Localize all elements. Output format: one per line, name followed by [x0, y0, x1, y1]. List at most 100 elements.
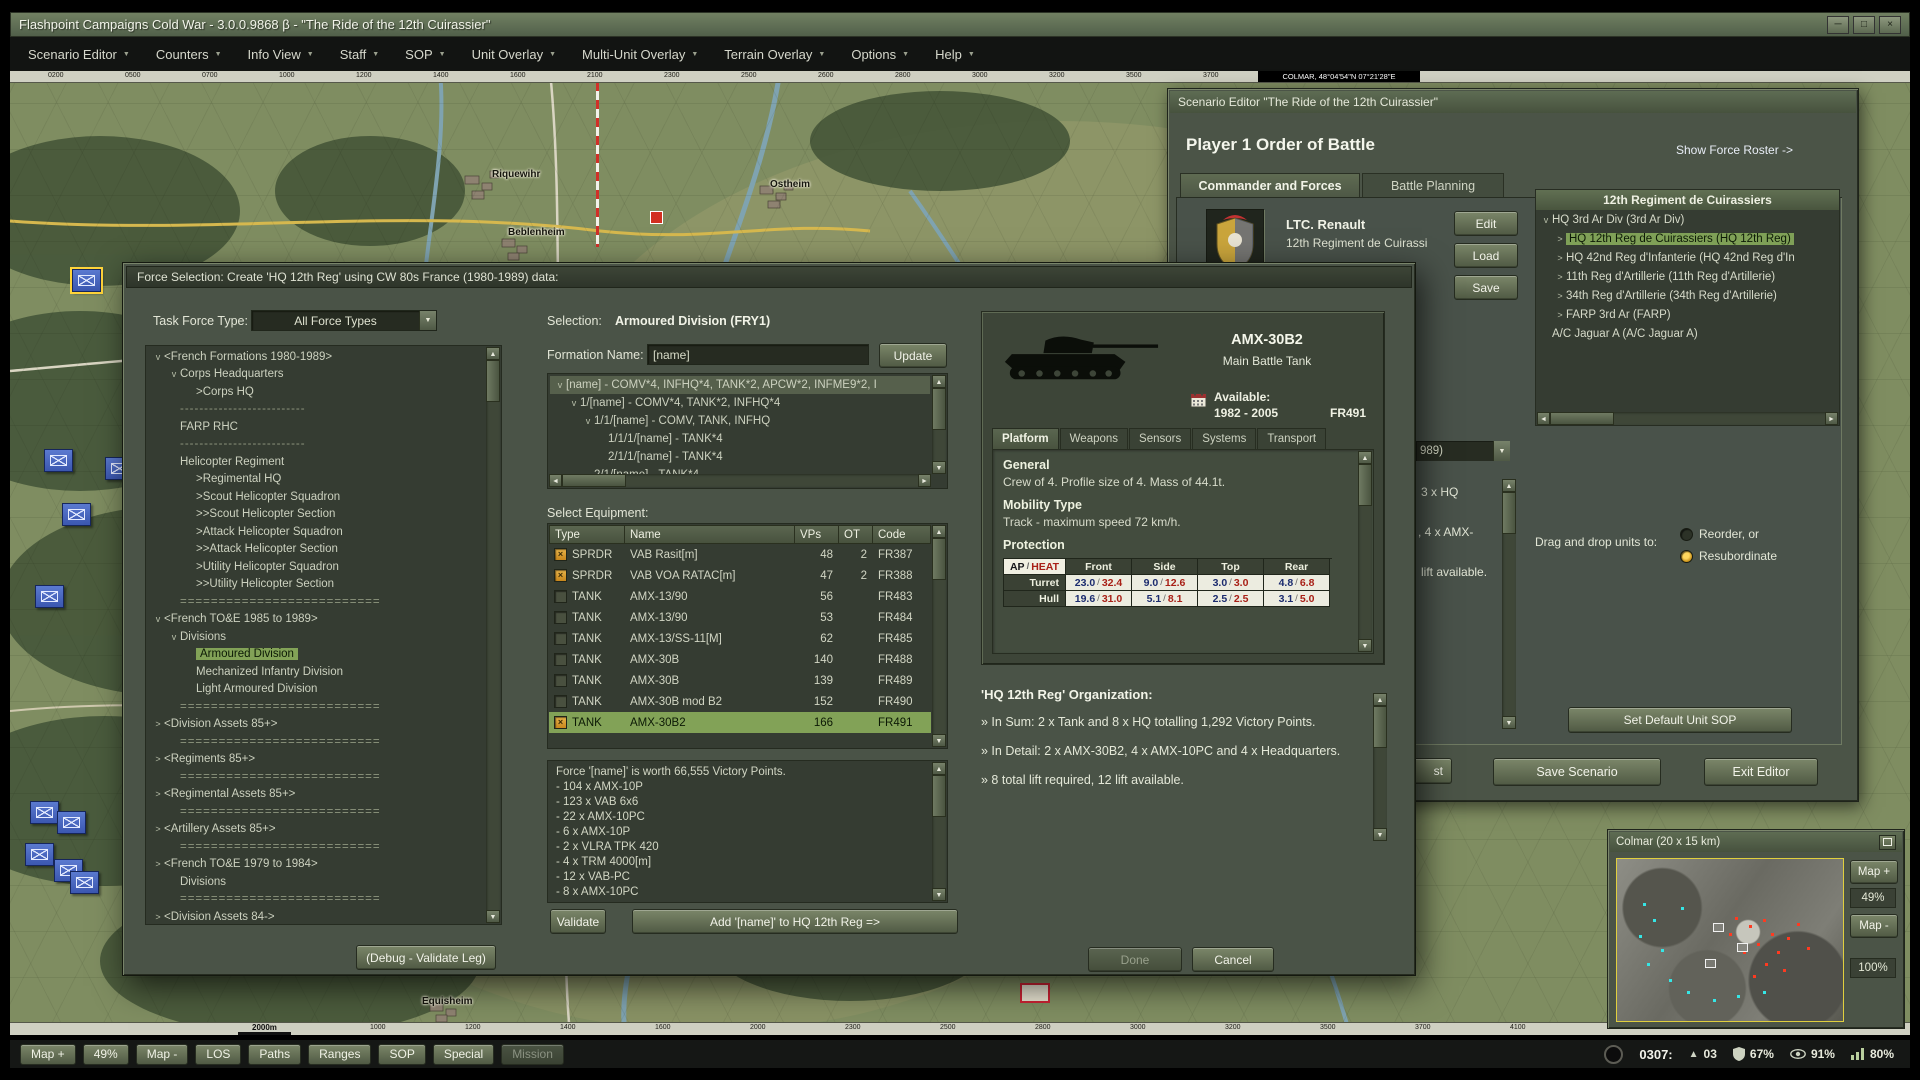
save-button[interactable]: Save — [1454, 275, 1518, 300]
menu-item-options[interactable]: Options▼ — [839, 40, 921, 69]
scroll-down-arrow[interactable]: ▼ — [1502, 716, 1516, 729]
equip-column-vps[interactable]: VPs — [795, 525, 839, 544]
scroll-up-arrow[interactable]: ▲ — [932, 375, 946, 388]
formation-tree-hscrollbar[interactable]: ◄► — [549, 474, 931, 487]
scroll-up-arrow[interactable]: ▲ — [486, 347, 500, 360]
template-tree-row[interactable]: -------------------------- — [148, 401, 484, 419]
radio-resubordinate[interactable]: Resubordinate — [1680, 549, 1777, 563]
scroll-thumb[interactable] — [932, 388, 946, 430]
tree-chevron-icon[interactable]: v — [554, 380, 566, 390]
equip-checkbox[interactable]: × — [554, 569, 567, 582]
save-scenario-button[interactable]: Save Scenario — [1493, 758, 1661, 786]
tree-chevron-icon[interactable]: v — [582, 416, 594, 426]
menu-item-multi-unit-overlay[interactable]: Multi-Unit Overlay▼ — [570, 40, 710, 69]
equipment-row[interactable]: ×SPRDRVAB VOA RATAC[m]472FR388 — [549, 565, 931, 586]
minimap-map-plus-button[interactable]: Map + — [1850, 860, 1898, 884]
equipment-row[interactable]: TANKAMX-30B140FR488 — [549, 649, 931, 670]
unit-counter[interactable] — [35, 585, 64, 608]
done-button[interactable]: Done — [1088, 947, 1182, 972]
unit-detail-scrollbar[interactable]: ▲▼ — [1358, 451, 1372, 652]
equip-column-name[interactable]: Name — [625, 525, 795, 544]
tab-weapons[interactable]: Weapons — [1060, 428, 1128, 449]
unit-counter[interactable] — [44, 449, 73, 472]
close-button[interactable]: × — [1879, 16, 1901, 34]
dialog-titlebar[interactable]: Force Selection: Create 'HQ 12th Reg' us… — [126, 266, 1412, 288]
equipment-table-scrollbar[interactable]: ▲▼ — [932, 525, 946, 747]
tree-chevron-icon[interactable]: > — [1554, 272, 1566, 282]
tab-sensors[interactable]: Sensors — [1129, 428, 1191, 449]
tree-chevron-icon[interactable]: v — [168, 632, 180, 642]
add-formation-button[interactable]: Add '[name]' to HQ 12th Reg => — [632, 909, 958, 934]
scroll-down-arrow[interactable]: ▼ — [1373, 828, 1387, 841]
template-tree-row[interactable]: >Corps HQ — [148, 383, 484, 401]
exit-editor-button[interactable]: Exit Editor — [1704, 758, 1818, 786]
organization-scrollbar[interactable]: ▲▼ — [1373, 693, 1387, 841]
obscured-scrollbar[interactable]: ▲▼ — [1502, 479, 1516, 729]
equip-checkbox[interactable] — [554, 611, 567, 624]
show-force-roster-link[interactable]: Show Force Roster -> — [1676, 143, 1793, 157]
minimap-toggle-icon[interactable] — [1879, 835, 1896, 850]
scroll-down-arrow[interactable]: ▼ — [932, 734, 946, 747]
maximize-button[interactable]: □ — [1853, 16, 1875, 34]
unit-tree-row[interactable]: >HQ 12th Reg de Cuirassiers (HQ 12th Reg… — [1536, 229, 1839, 248]
equip-column-code[interactable]: Code — [873, 525, 931, 544]
scroll-down-arrow[interactable]: ▼ — [486, 910, 500, 923]
formation-tree-row[interactable]: 2/1/1/[name] - TANK*4 — [550, 448, 930, 466]
template-tree-row[interactable]: ><Regiments 85+> — [148, 751, 484, 769]
tab-platform[interactable]: Platform — [992, 428, 1059, 449]
set-default-unit-sop-button[interactable]: Set Default Unit SOP — [1568, 707, 1792, 733]
template-tree-row[interactable]: >Scout Helicopter Squadron — [148, 488, 484, 506]
equipment-row[interactable]: TANKAMX-30B mod B2152FR490 — [549, 691, 931, 712]
unit-tree-row[interactable]: >HQ 42nd Reg d'Infanterie (HQ 42nd Reg d… — [1536, 248, 1839, 267]
tree-chevron-icon[interactable]: > — [152, 859, 164, 869]
menu-item-info-view[interactable]: Info View▼ — [236, 40, 326, 69]
template-tree-row[interactable]: ><Regimental Assets 85+> — [148, 786, 484, 804]
statusbar-button-special[interactable]: Special — [433, 1044, 494, 1065]
template-tree-row[interactable]: Armoured Division — [148, 646, 484, 664]
scroll-thumb[interactable] — [1502, 492, 1516, 534]
scroll-thumb[interactable] — [932, 538, 946, 580]
cancel-button[interactable]: Cancel — [1192, 947, 1274, 972]
tree-chevron-icon[interactable]: v — [168, 369, 180, 379]
tab-systems[interactable]: Systems — [1192, 428, 1256, 449]
menu-item-unit-overlay[interactable]: Unit Overlay▼ — [460, 40, 568, 69]
statusbar-button-paths[interactable]: Paths — [248, 1044, 301, 1065]
equip-checkbox[interactable]: × — [554, 716, 567, 729]
template-tree-row[interactable]: ========================== — [148, 838, 484, 856]
template-tree-row[interactable]: >Regimental HQ — [148, 471, 484, 489]
tree-chevron-icon[interactable]: > — [152, 824, 164, 834]
tree-chevron-icon[interactable]: v — [152, 614, 164, 624]
formation-tree-row[interactable]: 2/1/[name] - TANK*4 — [550, 466, 930, 474]
template-tree-row[interactable]: ========================== — [148, 733, 484, 751]
scroll-up-arrow[interactable]: ▲ — [1358, 451, 1372, 464]
statusbar-button-ranges[interactable]: Ranges — [308, 1044, 371, 1065]
formation-tree-row[interactable]: 1/1/1/[name] - TANK*4 — [550, 430, 930, 448]
template-tree-row[interactable]: >>Scout Helicopter Section — [148, 506, 484, 524]
validate-button[interactable]: Validate — [550, 909, 606, 934]
equip-checkbox[interactable]: × — [554, 548, 567, 561]
minimap-titlebar[interactable]: Colmar (20 x 15 km) — [1610, 832, 1902, 852]
template-tree-row[interactable]: vDivisions — [148, 628, 484, 646]
scroll-right-arrow[interactable]: ► — [1825, 412, 1838, 425]
equip-checkbox[interactable] — [554, 632, 567, 645]
tree-chevron-icon[interactable]: v — [152, 352, 164, 362]
template-tree-row[interactable]: ========================== — [148, 768, 484, 786]
equipment-row[interactable]: ×TANKAMX-30B2166FR491 — [549, 712, 931, 733]
force-summary-scrollbar[interactable]: ▲▼ — [932, 762, 946, 901]
statusbar-button-los[interactable]: LOS — [195, 1044, 241, 1065]
unit-counter[interactable] — [62, 503, 91, 526]
window-titlebar[interactable]: Flashpoint Campaigns Cold War - 3.0.0.98… — [10, 12, 1910, 37]
scenario-panel-titlebar[interactable]: Scenario Editor "The Ride of the 12th Cu… — [1170, 91, 1856, 113]
unit-counter[interactable] — [25, 843, 54, 866]
scroll-thumb[interactable] — [1373, 706, 1387, 748]
scroll-thumb[interactable] — [1550, 412, 1614, 425]
template-tree-row[interactable]: v<French Formations 1980-1989> — [148, 348, 484, 366]
unit-counter[interactable] — [30, 801, 59, 824]
template-tree-row[interactable]: Divisions — [148, 873, 484, 891]
template-tree-row[interactable]: >Utility Helicopter Squadron — [148, 558, 484, 576]
radio-reorder[interactable]: Reorder, or — [1680, 527, 1759, 541]
menu-item-staff[interactable]: Staff▼ — [328, 40, 391, 69]
template-tree-row[interactable]: ========================== — [148, 803, 484, 821]
formation-tree-row[interactable]: v[name] - COMV*4, INFHQ*4, TANK*2, APCW*… — [550, 376, 930, 394]
unit-tree-row[interactable]: >34th Reg d'Artillerie (34th Reg d'Artil… — [1536, 286, 1839, 305]
